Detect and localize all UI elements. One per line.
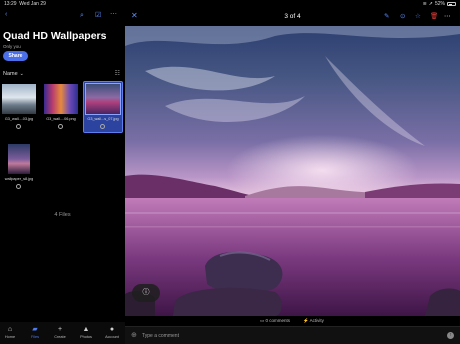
list-view-icon[interactable]: ☷ xyxy=(115,70,120,77)
mention-icon[interactable]: ⊕ xyxy=(131,331,137,339)
select-icon[interactable]: ☑ xyxy=(95,12,101,19)
select-circle-icon[interactable] xyxy=(100,124,105,129)
files-count: 4 Files xyxy=(54,212,71,218)
comments-link[interactable]: ▭ 0 comments xyxy=(260,318,290,324)
nav-photos[interactable]: ▲ Photos xyxy=(76,326,96,339)
info-icon: ⓘ xyxy=(142,289,150,296)
star-icon[interactable]: ☆ xyxy=(415,12,421,20)
file-thumbnail xyxy=(44,84,78,114)
comment-input[interactable] xyxy=(142,331,432,341)
sort-dropdown[interactable]: Name ⌄ xyxy=(3,71,24,77)
status-indicators: ≋ ➚ 52% xyxy=(423,1,456,7)
home-icon: ⌂ xyxy=(7,326,13,333)
battery-icon xyxy=(447,2,456,6)
status-time: 13:29 Wed Jan 29 xyxy=(4,1,46,7)
more-icon[interactable]: ⋯ xyxy=(110,11,117,18)
more-icon[interactable]: ⋯ xyxy=(444,12,451,20)
save-icon[interactable]: ⊙ xyxy=(400,12,405,20)
sort-label: Name xyxy=(3,71,18,77)
nav-account[interactable]: ● Account xyxy=(102,326,122,339)
send-icon[interactable]: ↑ xyxy=(447,332,454,339)
file-browser-panel: ‹ ⌕ ☑ ⋯ Quad HD Wallpapers Only you Shar… xyxy=(0,8,125,322)
file-tile[interactable]: G3_wall....06.png xyxy=(42,82,80,132)
nav-files[interactable]: ▰ Files xyxy=(25,326,45,339)
info-button[interactable]: ⓘ xyxy=(132,284,160,302)
back-icon[interactable]: ‹ xyxy=(5,11,7,18)
file-thumbnail xyxy=(2,84,36,114)
file-tile-selected[interactable]: G3_wall...s_07.jpg xyxy=(83,81,123,133)
comment-bar: ⊕ ↑ xyxy=(125,326,460,344)
folder-title: Quad HD Wallpapers xyxy=(3,30,107,42)
wallpaper-image: ⓘ xyxy=(125,26,460,316)
chevron-down-icon: ⌄ xyxy=(19,71,24,77)
image-viewer: ✕ 3 of 4 ✎ ⊙ ☆ 🗑 ⋯ ⓘ ▭ 0 comments ⚡ Acti… xyxy=(125,8,460,344)
file-thumbnail xyxy=(85,83,121,115)
battery-percent: 52% xyxy=(434,1,445,7)
file-name: G3_wall...s_07.jpg xyxy=(87,117,119,121)
file-tile[interactable]: wallpaper_s8.jpg xyxy=(0,142,38,192)
location-icon: ➚ xyxy=(428,1,433,7)
search-icon[interactable]: ⌕ xyxy=(80,12,84,19)
landscape-illustration xyxy=(125,26,460,316)
file-name: G3_wall....06.png xyxy=(46,117,76,121)
activity-link[interactable]: ⚡ Activity xyxy=(303,318,324,324)
person-icon: ● xyxy=(109,326,115,333)
folder-icon: ▰ xyxy=(32,326,38,333)
file-tile[interactable]: G3_wall....03.jpg xyxy=(0,82,38,132)
file-name: G3_wall....03.jpg xyxy=(4,117,34,121)
select-circle-icon[interactable] xyxy=(58,124,63,129)
meta-bar: ▭ 0 comments ⚡ Activity xyxy=(125,316,460,326)
folder-sharing-status: Only you xyxy=(3,44,21,49)
file-thumbnail xyxy=(8,144,30,174)
status-bar: 13:29 Wed Jan 29 ≋ ➚ 52% xyxy=(0,0,460,8)
bottom-navigation: ⌂ Home ▰ Files + Create ▲ Photos ● Accou… xyxy=(0,322,125,344)
plus-icon: + xyxy=(57,326,63,333)
left-toolbar: ‹ ⌕ ☑ ⋯ xyxy=(0,11,125,23)
comment-icon: ▭ xyxy=(260,318,265,323)
wifi-icon: ≋ xyxy=(422,1,427,7)
file-name: wallpaper_s8.jpg xyxy=(4,177,34,181)
nav-home[interactable]: ⌂ Home xyxy=(0,326,20,339)
image-counter: 3 of 4 xyxy=(284,13,301,20)
activity-icon: ⚡ xyxy=(303,318,309,323)
viewer-toolbar: ✕ 3 of 4 ✎ ⊙ ☆ 🗑 ⋯ xyxy=(125,8,460,26)
nav-create[interactable]: + Create xyxy=(50,326,70,339)
share-button[interactable]: Share xyxy=(3,51,28,61)
photos-icon: ▲ xyxy=(82,326,90,333)
delete-icon[interactable]: 🗑 xyxy=(430,12,438,20)
select-circle-icon[interactable] xyxy=(16,184,21,189)
select-circle-icon[interactable] xyxy=(16,124,21,129)
edit-icon[interactable]: ✎ xyxy=(384,12,389,20)
